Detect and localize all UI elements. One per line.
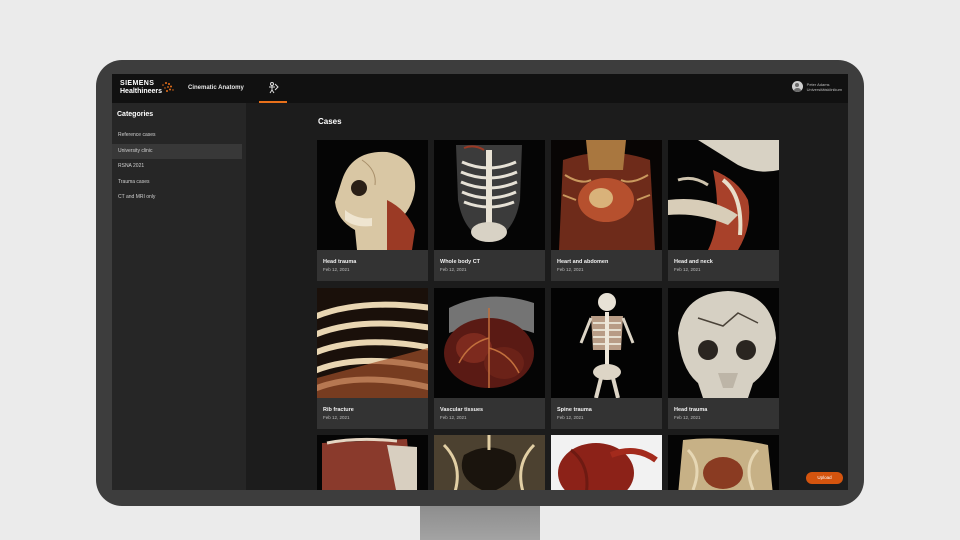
monitor-stand <box>420 504 540 540</box>
app-title: Cinematic Anatomy <box>188 85 244 91</box>
case-card[interactable] <box>317 435 428 490</box>
case-card[interactable]: Head and neck Feb 12, 2021 <box>668 140 779 281</box>
page-title: Cases <box>318 117 342 126</box>
case-card[interactable]: Whole body CT Feb 12, 2021 <box>434 140 545 281</box>
case-card[interactable] <box>668 435 779 490</box>
brand-dots-icon <box>162 82 174 92</box>
case-thumbnail <box>434 435 545 490</box>
case-name: Vascular tissues <box>440 407 484 413</box>
case-name: Head and neck <box>674 259 713 265</box>
case-thumbnail <box>434 288 545 398</box>
case-name: Head trauma <box>323 259 357 265</box>
case-name: Rib fracture <box>323 407 354 413</box>
siemens-healthineers-logo: SIEMENS Healthineers <box>120 80 174 96</box>
sidebar: Categories Reference cases University cl… <box>112 103 246 490</box>
case-card[interactable]: Vascular tissues Feb 12, 2021 <box>434 288 545 429</box>
case-thumbnail <box>668 140 779 250</box>
case-thumbnail <box>551 288 662 398</box>
sidebar-title: Categories <box>117 111 154 118</box>
case-thumbnail <box>668 288 779 398</box>
case-card[interactable]: Head trauma Feb 12, 2021 <box>317 140 428 281</box>
case-thumbnail <box>551 140 662 250</box>
sidebar-item-rsna-2021[interactable]: RSNA 2021 <box>112 159 246 174</box>
app-screen: SIEMENS Healthineers Cinematic Anatomy P… <box>112 74 848 490</box>
case-thumbnail <box>434 140 545 250</box>
case-date: Feb 12, 2021 <box>323 415 350 420</box>
brand-line1: SIEMENS <box>120 80 155 87</box>
avatar <box>791 81 803 92</box>
active-tab-indicator <box>259 101 287 103</box>
case-name: Heart and abdomen <box>557 259 609 265</box>
case-date: Feb 12, 2021 <box>674 415 701 420</box>
sidebar-item-university-clinic[interactable]: University clinic <box>112 143 242 159</box>
case-thumbnail <box>551 435 662 490</box>
top-bar: SIEMENS Healthineers Cinematic Anatomy P… <box>112 74 848 103</box>
case-date: Feb 12, 2021 <box>557 267 584 272</box>
user-org: Universitätsklinikum <box>806 86 842 92</box>
case-card[interactable]: Spine trauma Feb 12, 2021 <box>551 288 662 429</box>
nav-tab-anatomy[interactable] <box>257 74 289 103</box>
sidebar-item-reference-cases[interactable]: Reference cases <box>112 128 246 143</box>
brand-line2: Healthineers <box>120 88 163 95</box>
case-date: Feb 12, 2021 <box>557 415 584 420</box>
user-menu[interactable]: Peter Adams Universitätsklinikum <box>791 81 842 92</box>
case-date: Feb 12, 2021 <box>674 267 701 272</box>
case-date: Feb 12, 2021 <box>440 415 467 420</box>
case-card[interactable]: Heart and abdomen Feb 12, 2021 <box>551 140 662 281</box>
case-date: Feb 12, 2021 <box>323 267 350 272</box>
case-thumbnail <box>668 435 779 490</box>
sidebar-item-trauma-cases[interactable]: Trauma cases <box>112 175 246 190</box>
case-name: Spine trauma <box>557 407 592 413</box>
anatomy-figure-icon <box>269 82 279 94</box>
case-card[interactable]: Rib fracture Feb 12, 2021 <box>317 288 428 429</box>
case-thumbnail <box>317 288 428 398</box>
case-date: Feb 12, 2021 <box>440 267 467 272</box>
case-thumbnail <box>317 140 428 250</box>
case-name: Whole body CT <box>440 259 481 265</box>
case-card[interactable]: Head trauma Feb 12, 2021 <box>668 288 779 429</box>
upload-button[interactable]: Upload <box>806 472 843 484</box>
case-name: Head trauma <box>674 407 708 413</box>
case-card[interactable] <box>434 435 545 490</box>
category-list: Reference cases University clinic RSNA 2… <box>112 128 246 206</box>
case-thumbnail <box>317 435 428 490</box>
sidebar-item-ct-and-mri-only[interactable]: CT and MRI only <box>112 190 246 205</box>
case-card[interactable] <box>551 435 662 490</box>
